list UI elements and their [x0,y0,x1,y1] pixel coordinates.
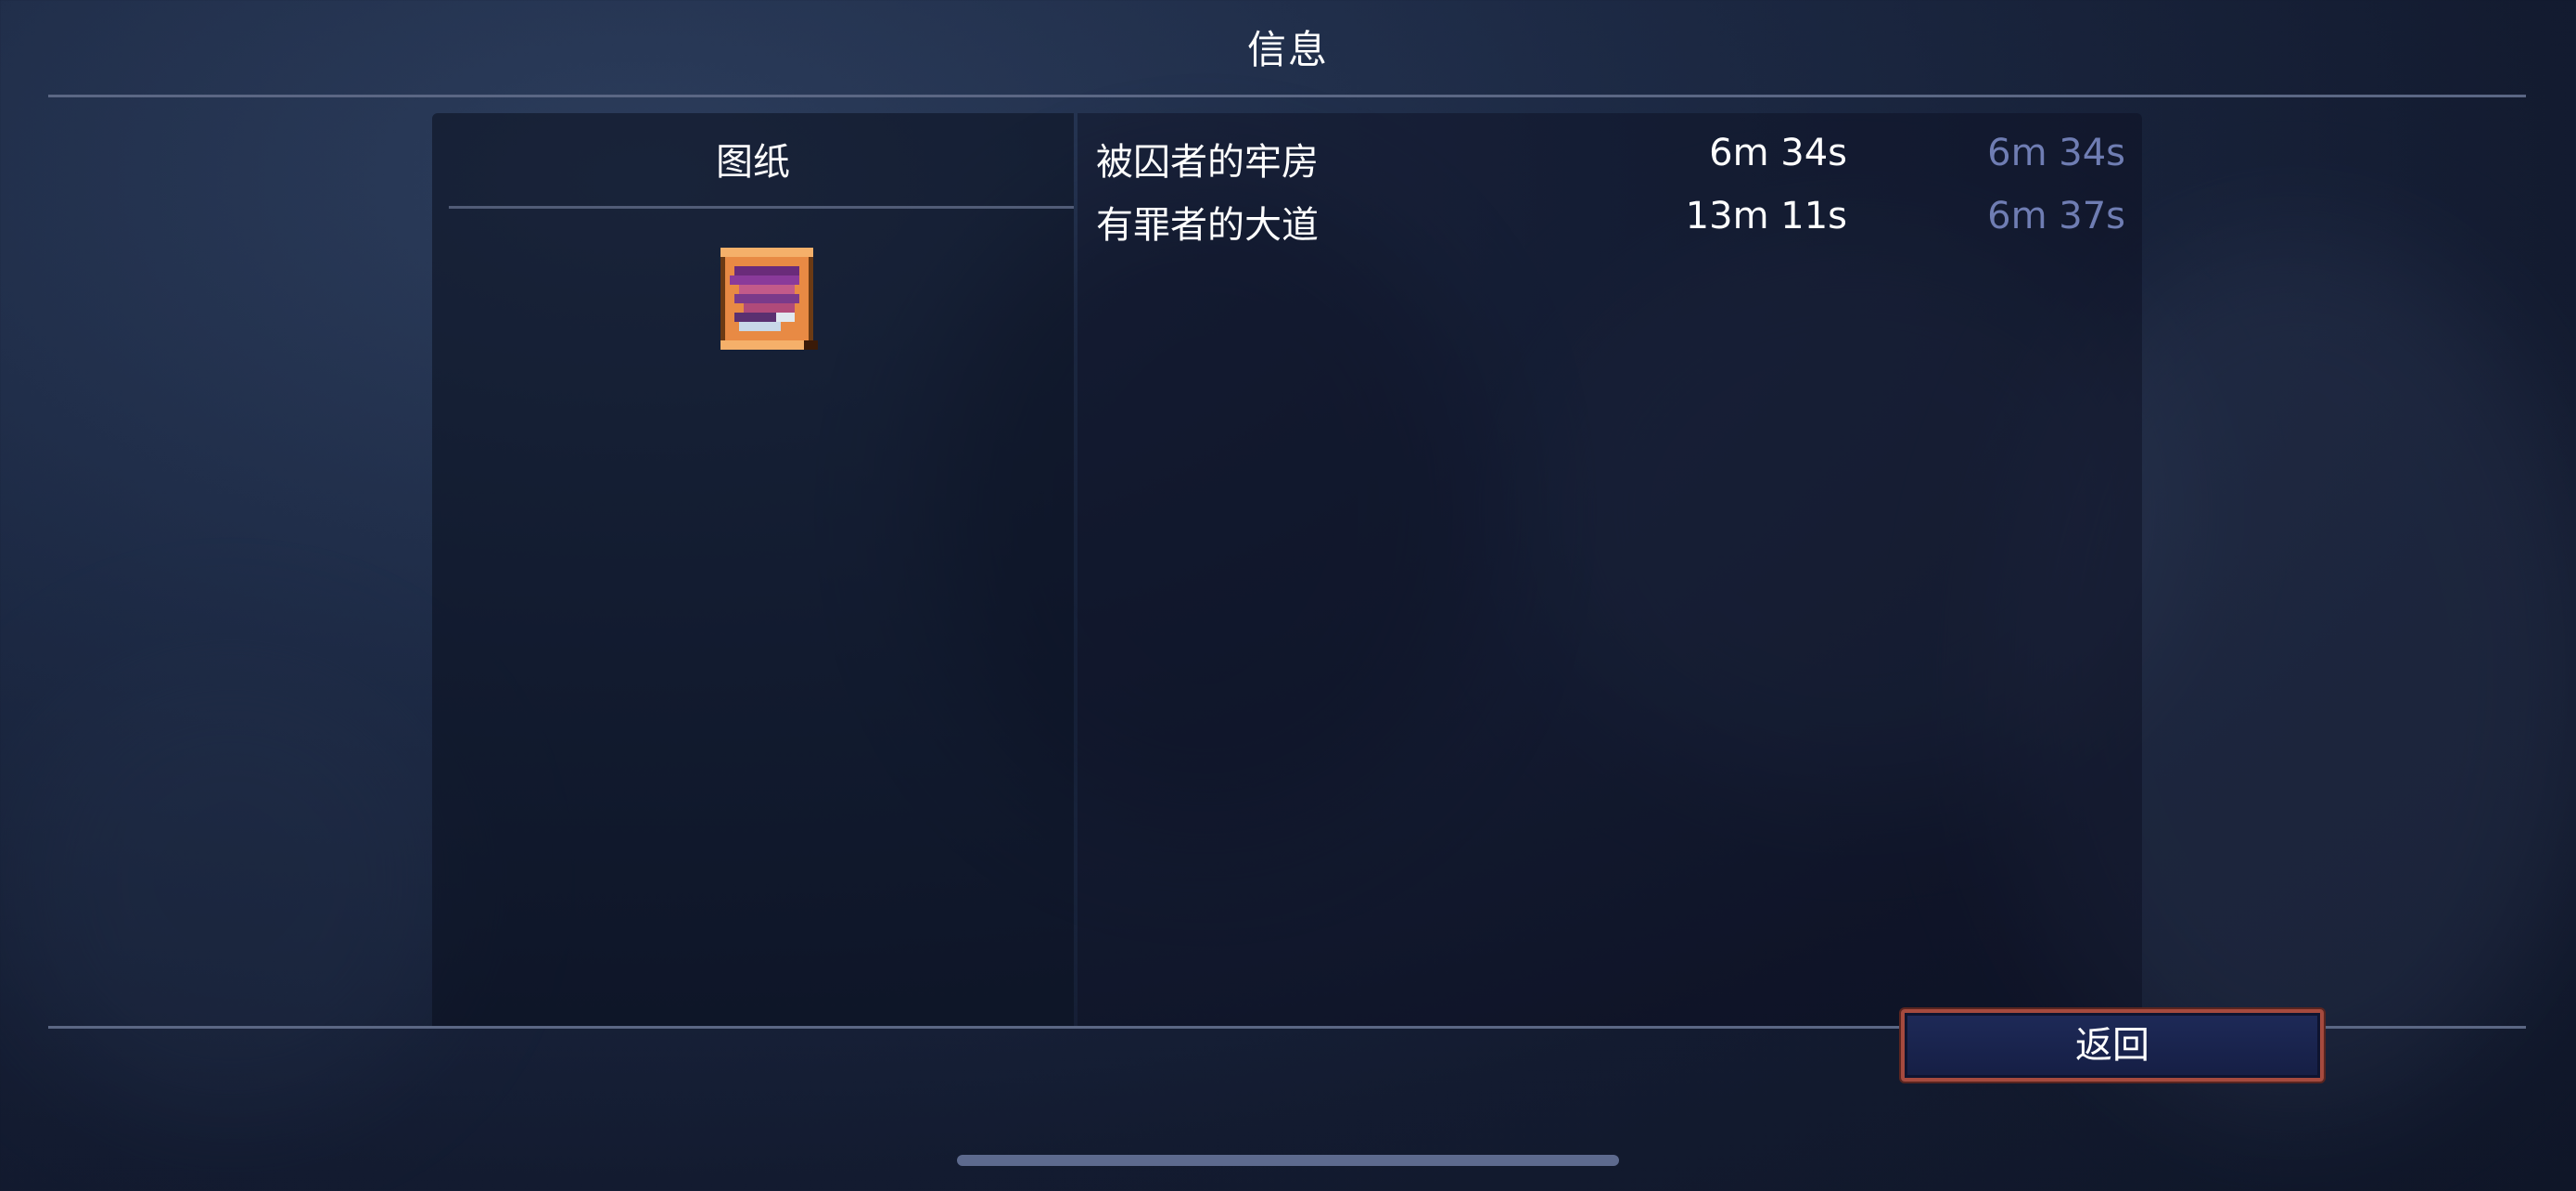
run-row: 被囚者的牢房 6m 34s 6m 34s [1096,132,2125,191]
back-button[interactable]: 返回 [1901,1009,2324,1082]
blueprint-panel: 图纸 [432,113,1074,1026]
home-indicator[interactable] [957,1155,1619,1166]
total-time: 6m 34s [1709,132,1847,174]
run-times-panel: 被囚者的牢房 6m 34s 6m 34s 有罪者的大道 13m 11s 6m 3… [1078,113,2142,1026]
biome-name: 被囚者的牢房 [1096,141,1319,184]
split-time: 6m 34s [1987,132,2125,174]
blueprint-scroll-icon[interactable] [711,243,823,354]
total-time: 13m 11s [1685,195,1847,237]
split-time: 6m 37s [1987,195,2125,237]
blueprint-divider [449,206,1074,209]
page-title: 信息 [1246,27,1329,72]
run-row: 有罪者的大道 13m 11s 6m 37s [1096,195,2125,254]
biome-name: 有罪者的大道 [1096,204,1319,247]
background-shape [0,649,464,1113]
blueprint-header: 图纸 [716,141,790,184]
top-divider [48,95,2526,97]
